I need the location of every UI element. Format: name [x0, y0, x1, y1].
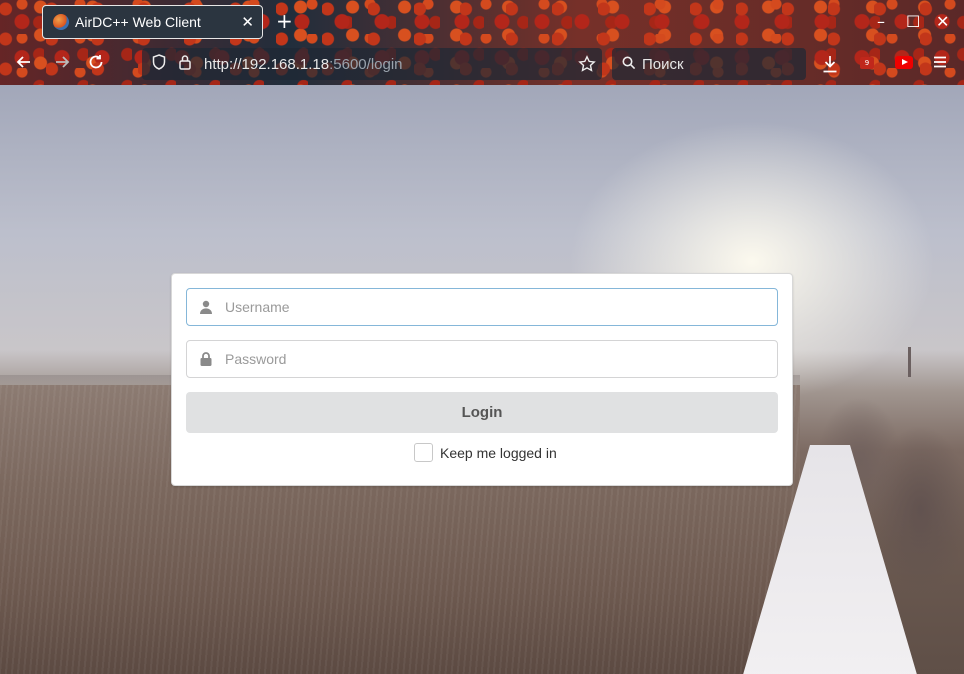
url-text: http://192.168.1.18:5600/login [204, 56, 403, 73]
youtube-icon[interactable] [895, 56, 913, 69]
tab-close-icon[interactable]: ✕ [241, 13, 254, 31]
password-input[interactable] [225, 341, 777, 377]
username-field[interactable] [186, 288, 778, 326]
search-box[interactable]: Поиск [612, 48, 806, 80]
new-tab-button[interactable]: + [276, 10, 293, 32]
download-icon[interactable] [822, 55, 838, 77]
search-placeholder: Поиск [642, 55, 684, 73]
lock-icon[interactable] [178, 54, 192, 74]
menu-icon[interactable] [933, 55, 947, 73]
browser-chrome: AirDC++ Web Client ✕ + – ☐ ✕ http://192.… [0, 0, 964, 85]
url-host: http://192.168.1.18 [204, 55, 330, 73]
url-bar[interactable]: http://192.168.1.18:5600/login [142, 48, 602, 80]
lock-icon [187, 352, 225, 366]
username-input[interactable] [225, 289, 777, 325]
minimize-button[interactable]: – [877, 12, 885, 31]
url-path: :5600/login [329, 55, 403, 73]
browser-tab[interactable]: AirDC++ Web Client ✕ [42, 5, 263, 39]
background-chimney [908, 347, 911, 377]
extension-icon[interactable]: 9 [860, 57, 874, 69]
login-page: Login Keep me logged in [0, 85, 964, 674]
remember-checkbox[interactable] [414, 443, 433, 462]
back-icon[interactable] [15, 53, 33, 76]
forward-icon[interactable] [53, 53, 71, 76]
login-form: Login Keep me logged in [171, 273, 793, 486]
maximize-button[interactable]: ☐ [906, 12, 920, 31]
login-button[interactable]: Login [186, 392, 778, 433]
reload-icon[interactable] [87, 53, 105, 76]
remember-me[interactable]: Keep me logged in [414, 443, 557, 462]
star-icon[interactable] [578, 55, 596, 77]
airdc-favicon-icon [53, 14, 69, 30]
search-icon [622, 56, 636, 73]
close-window-button[interactable]: ✕ [936, 12, 949, 31]
tab-title: AirDC++ Web Client [75, 14, 201, 30]
shield-icon[interactable] [152, 54, 166, 74]
user-icon [187, 300, 225, 314]
password-field[interactable] [186, 340, 778, 378]
remember-label[interactable]: Keep me logged in [440, 445, 557, 461]
